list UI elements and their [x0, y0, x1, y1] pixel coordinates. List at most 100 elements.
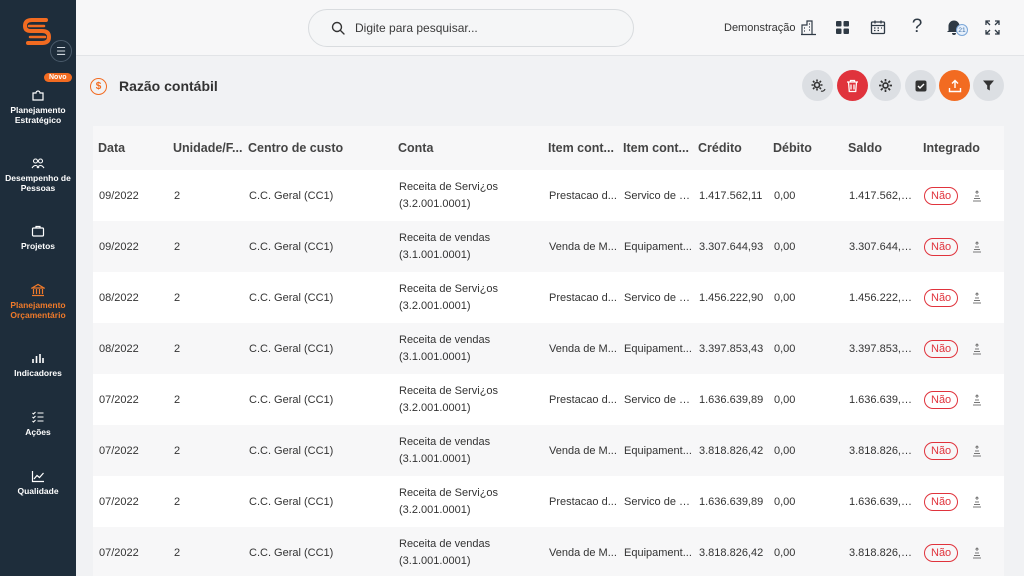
integrate-icon[interactable] [971, 342, 983, 355]
table-row[interactable]: 07/2022 2 C.C. Geral (CC1) Receita de ve… [93, 425, 1004, 476]
cell-item-contabil-1: Prestacao d... [549, 495, 617, 508]
company-name[interactable]: Demonstração [724, 22, 796, 34]
table-row[interactable]: 08/2022 2 C.C. Geral (CC1) Receita de Se… [93, 272, 1004, 323]
sidebar-item-label: Projetos [20, 241, 55, 251]
ledger-table: Data Unidade/F... Centro de custo Conta … [93, 126, 1004, 576]
cell-conta: Receita de Servi¿os (3.2.001.0001) [399, 384, 499, 414]
sidebar-item-planejamento-orcamentario[interactable]: Planejamento Orçamentário [0, 283, 76, 320]
table-row[interactable]: 08/2022 2 C.C. Geral (CC1) Receita de ve… [93, 323, 1004, 374]
cell-integrado: Não [918, 272, 1004, 323]
status-badge: Não [924, 390, 959, 409]
cell-conta: Receita de Servi¿os (3.2.001.0001) [399, 180, 499, 210]
cell-item-contabil-2: Equipament... [618, 323, 693, 374]
bar-chart-icon [32, 354, 44, 363]
checklist-icon [32, 411, 44, 423]
settings-sync-button[interactable] [802, 70, 833, 101]
table-row[interactable]: 09/2022 2 C.C. Geral (CC1) Receita de ve… [93, 221, 1004, 272]
gear-sync-icon [811, 79, 826, 92]
column-header-item-contabil-1[interactable]: Item cont... [543, 126, 618, 170]
apps-grid-icon[interactable] [832, 17, 852, 37]
integrate-icon[interactable] [971, 444, 983, 457]
column-header-integrado[interactable]: Integrado [918, 126, 1004, 170]
upload-icon [948, 79, 961, 92]
cell-integrado: Não [918, 476, 1004, 527]
sidebar-item-acoes[interactable]: Ações [0, 410, 76, 437]
cell-debito: 0,00 [774, 291, 796, 304]
search-box[interactable] [308, 9, 634, 47]
cell-unidade: 2 [168, 425, 243, 476]
sidebar-item-label: Indicadores [14, 368, 62, 378]
export-button[interactable] [939, 70, 970, 101]
sidebar-item-indicadores[interactable]: Indicadores [0, 351, 76, 378]
sidebar-item-desempenho-pessoas[interactable]: Desempenho de Pessoas [0, 156, 76, 193]
cell-unidade: 2 [168, 221, 243, 272]
cell-saldo: 1.417.562,11 [849, 189, 913, 202]
cell-item-contabil-1: Prestacao d... [549, 291, 617, 304]
cell-credito: 1.636.639,89 [699, 495, 764, 508]
cell-unidade: 2 [168, 323, 243, 374]
cell-centro-custo: C.C. Geral (CC1) [249, 291, 334, 304]
filter-button[interactable] [973, 70, 1004, 101]
sidebar-item-planejamento-estrategico[interactable]: Planejamento Estratégico [0, 88, 76, 125]
cell-integrado: Não [918, 170, 1004, 221]
fullscreen-icon[interactable] [982, 17, 1002, 37]
search-icon [331, 21, 345, 35]
column-header-credito[interactable]: Crédito [693, 126, 768, 170]
building-icon[interactable] [798, 17, 818, 37]
search-input[interactable] [355, 21, 595, 35]
cell-centro-custo: C.C. Geral (CC1) [243, 527, 393, 576]
help-icon[interactable]: ? [907, 16, 927, 37]
cell-centro-custo: C.C. Geral (CC1) [249, 393, 334, 406]
cell-item-contabil-1: Venda de M... [543, 323, 618, 374]
table-row[interactable]: 07/2022 2 C.C. Geral (CC1) Receita de Se… [93, 374, 1004, 425]
column-header-conta[interactable]: Conta [393, 126, 543, 170]
column-header-item-contabil-2[interactable]: Item cont... [618, 126, 693, 170]
integrate-icon[interactable] [971, 189, 983, 202]
integrate-icon[interactable] [971, 495, 983, 508]
column-header-centro-custo[interactable]: Centro de custo [243, 126, 393, 170]
status-badge: Não [924, 441, 959, 460]
cell-integrado: Não [918, 323, 1004, 374]
cell-saldo: 1.456.222,90 [849, 291, 914, 304]
cell-item-contabil-1: Venda de M... [543, 527, 618, 576]
cell-credito: 3.818.826,42 [693, 425, 768, 476]
checkbox-icon [915, 80, 926, 91]
table-row[interactable]: 07/2022 2 C.C. Geral (CC1) Receita de ve… [93, 527, 1004, 576]
new-badge: Novo [44, 73, 72, 82]
cell-saldo: 3.818.826,42 [843, 425, 918, 476]
table-row[interactable]: 07/2022 2 C.C. Geral (CC1) Receita de Se… [93, 476, 1004, 527]
calendar-icon[interactable] [868, 17, 888, 37]
status-badge: Não [924, 543, 959, 562]
cell-debito: 0,00 [768, 323, 843, 374]
column-header-data[interactable]: Data [93, 126, 168, 170]
cell-centro-custo: C.C. Geral (CC1) [243, 323, 393, 374]
column-header-debito[interactable]: Débito [768, 126, 843, 170]
cell-item-contabil-1: Venda de M... [543, 221, 618, 272]
sidebar-item-projetos[interactable]: Projetos [0, 224, 76, 251]
column-header-unidade[interactable]: Unidade/F... [168, 126, 243, 170]
cell-item-contabil-1: Prestacao d... [549, 189, 617, 202]
menu-toggle-button[interactable]: ☰ [50, 40, 72, 62]
sidebar-item-qualidade[interactable]: Qualidade [0, 469, 76, 496]
trend-icon [31, 471, 44, 483]
settings-button[interactable] [870, 70, 901, 101]
integrate-icon[interactable] [971, 546, 983, 559]
cell-centro-custo: C.C. Geral (CC1) [243, 221, 393, 272]
trash-icon [847, 79, 858, 92]
delete-button[interactable] [837, 70, 868, 101]
column-header-saldo[interactable]: Saldo [843, 126, 918, 170]
cell-data: 09/2022 [93, 221, 168, 272]
integrate-icon[interactable] [971, 393, 983, 406]
cell-item-contabil-2: Equipament... [618, 527, 693, 576]
logo-icon[interactable] [20, 14, 54, 48]
cell-conta: Receita de vendas (3.1.001.0001) [393, 425, 543, 476]
approve-button[interactable] [905, 70, 936, 101]
cell-conta: Receita de Servi¿os (3.2.001.0001) [399, 282, 499, 312]
gear-icon [879, 79, 892, 92]
sidebar-item-label: Desempenho de Pessoas [5, 173, 71, 193]
cell-centro-custo: C.C. Geral (CC1) [249, 189, 334, 202]
integrate-icon[interactable] [971, 240, 983, 253]
integrate-icon[interactable] [971, 291, 983, 304]
cell-debito: 0,00 [768, 425, 843, 476]
table-row[interactable]: 09/2022 2 C.C. Geral (CC1) Receita de Se… [93, 170, 1004, 221]
